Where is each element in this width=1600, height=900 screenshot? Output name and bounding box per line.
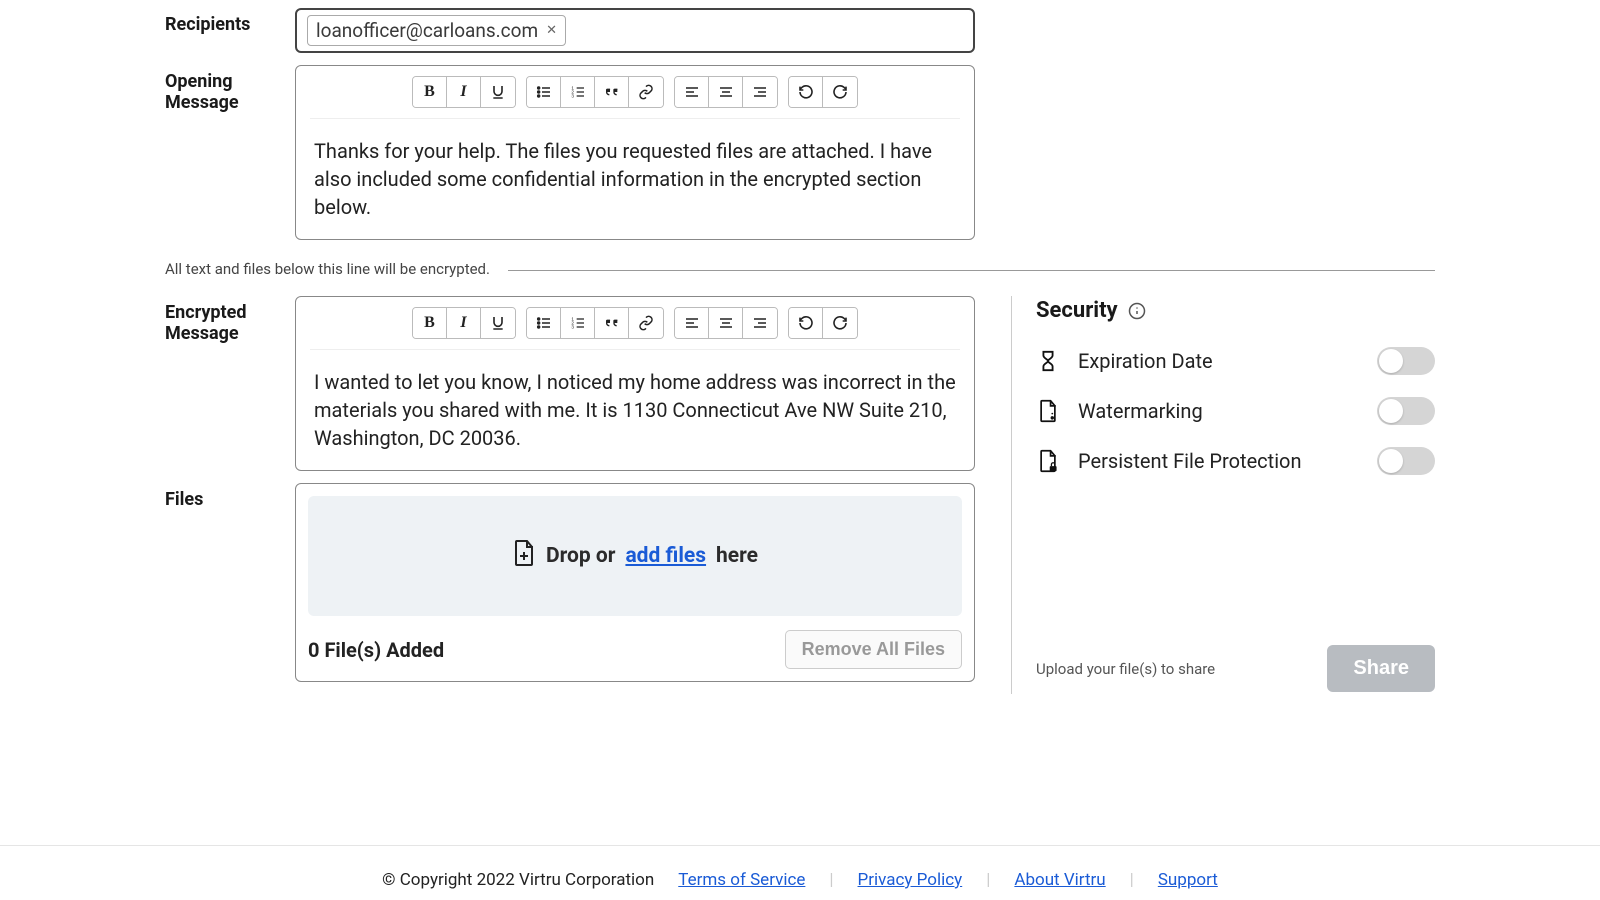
footer: © Copyright 2022 Virtru Corporation Term… bbox=[0, 845, 1600, 890]
security-panel: Security Expiration Date W bbox=[1036, 296, 1435, 694]
encrypt-divider-line bbox=[508, 270, 1435, 271]
recipients-label: Recipients bbox=[165, 8, 275, 35]
watermark-file-icon bbox=[1036, 399, 1060, 423]
files-label: Files bbox=[165, 483, 275, 510]
opening-message-editor: B I 123 bbox=[295, 65, 975, 240]
encrypt-divider: All text and files below this line will … bbox=[165, 260, 1435, 278]
drop-text-post: here bbox=[716, 544, 758, 568]
protected-file-icon bbox=[1036, 449, 1060, 473]
share-hint: Upload your file(s) to share bbox=[1036, 660, 1215, 678]
page-root: Recipients loanofficer@carloans.com ✕ Op… bbox=[0, 0, 1600, 900]
align-left-button[interactable] bbox=[675, 77, 709, 107]
main-content: Recipients loanofficer@carloans.com ✕ Op… bbox=[95, 0, 1505, 694]
numbered-list-button[interactable]: 123 bbox=[561, 308, 595, 338]
svg-text:3: 3 bbox=[571, 93, 574, 98]
footer-link-about[interactable]: About Virtru bbox=[1014, 870, 1105, 890]
security-option-pfp: Persistent File Protection bbox=[1036, 447, 1435, 475]
encrypted-message-label: Encrypted Message bbox=[165, 296, 275, 344]
redo-button[interactable] bbox=[823, 77, 857, 107]
info-icon[interactable] bbox=[1128, 302, 1146, 320]
align-left-button[interactable] bbox=[675, 308, 709, 338]
security-option-watermark: Watermarking bbox=[1036, 397, 1435, 425]
encrypt-divider-text: All text and files below this line will … bbox=[165, 260, 490, 278]
italic-button[interactable]: I bbox=[447, 308, 481, 338]
numbered-list-button[interactable]: 123 bbox=[561, 77, 595, 107]
opening-message-textarea[interactable]: Thanks for your help. The files you requ… bbox=[310, 119, 960, 221]
share-row: Upload your file(s) to share Share bbox=[1036, 645, 1435, 692]
files-row: Files Drop or add files here bbox=[165, 483, 975, 682]
encrypted-message-textarea[interactable]: I wanted to let you know, I noticed my h… bbox=[310, 350, 960, 452]
align-right-button[interactable] bbox=[743, 308, 777, 338]
encrypted-toolbar: B I bbox=[310, 307, 960, 350]
footer-copyright: © Copyright 2022 Virtru Corporation bbox=[382, 870, 654, 890]
opening-toolbar: B I 123 bbox=[310, 76, 960, 119]
recipient-email: loanofficer@carloans.com bbox=[316, 19, 538, 42]
remove-recipient-icon[interactable]: ✕ bbox=[546, 23, 557, 38]
vertical-divider bbox=[1011, 296, 1012, 694]
footer-link-privacy[interactable]: Privacy Policy bbox=[858, 870, 963, 890]
file-drop-zone[interactable]: Drop or add files here bbox=[308, 496, 962, 616]
footer-link-tos[interactable]: Terms of Service bbox=[678, 870, 805, 890]
share-button[interactable]: Share bbox=[1327, 645, 1435, 692]
security-option-expiration: Expiration Date bbox=[1036, 347, 1435, 375]
recipient-chip: loanofficer@carloans.com ✕ bbox=[307, 15, 566, 46]
files-box: Drop or add files here 0 File(s) Added R… bbox=[295, 483, 975, 682]
footer-link-support[interactable]: Support bbox=[1158, 870, 1218, 890]
redo-button[interactable] bbox=[823, 308, 857, 338]
undo-button[interactable] bbox=[789, 77, 823, 107]
bold-button[interactable]: B bbox=[413, 308, 447, 338]
recipients-input-box[interactable]: loanofficer@carloans.com ✕ bbox=[295, 8, 975, 53]
toggle-watermark[interactable] bbox=[1377, 397, 1435, 425]
toggle-expiration[interactable] bbox=[1377, 347, 1435, 375]
svg-text:3: 3 bbox=[571, 324, 574, 329]
quote-button[interactable] bbox=[595, 308, 629, 338]
security-label-expiration: Expiration Date bbox=[1078, 349, 1359, 373]
underline-button[interactable] bbox=[481, 308, 515, 338]
undo-button[interactable] bbox=[789, 308, 823, 338]
encrypted-message-editor: B I bbox=[295, 296, 975, 471]
remove-all-files-button[interactable]: Remove All Files bbox=[785, 630, 962, 669]
align-center-button[interactable] bbox=[709, 308, 743, 338]
hourglass-icon bbox=[1036, 350, 1060, 372]
file-add-icon bbox=[512, 539, 536, 573]
security-label-watermark: Watermarking bbox=[1078, 399, 1359, 423]
bullet-list-button[interactable] bbox=[527, 77, 561, 107]
align-right-button[interactable] bbox=[743, 77, 777, 107]
security-heading: Security bbox=[1036, 298, 1118, 323]
add-files-link[interactable]: add files bbox=[625, 544, 706, 568]
quote-button[interactable] bbox=[595, 77, 629, 107]
italic-button[interactable]: I bbox=[447, 77, 481, 107]
align-center-button[interactable] bbox=[709, 77, 743, 107]
encrypted-message-row: Encrypted Message B I bbox=[165, 296, 975, 471]
security-label-pfp: Persistent File Protection bbox=[1078, 449, 1359, 473]
underline-button[interactable] bbox=[481, 77, 515, 107]
link-button[interactable] bbox=[629, 77, 663, 107]
drop-text-pre: Drop or bbox=[546, 544, 615, 568]
toggle-pfp[interactable] bbox=[1377, 447, 1435, 475]
files-count: 0 File(s) Added bbox=[308, 638, 444, 662]
opening-message-row: Opening Message B I bbox=[165, 65, 1435, 240]
link-button[interactable] bbox=[629, 308, 663, 338]
bullet-list-button[interactable] bbox=[527, 308, 561, 338]
bold-button[interactable]: B bbox=[413, 77, 447, 107]
opening-message-label: Opening Message bbox=[165, 65, 275, 113]
recipients-row: Recipients loanofficer@carloans.com ✕ bbox=[165, 8, 1435, 53]
